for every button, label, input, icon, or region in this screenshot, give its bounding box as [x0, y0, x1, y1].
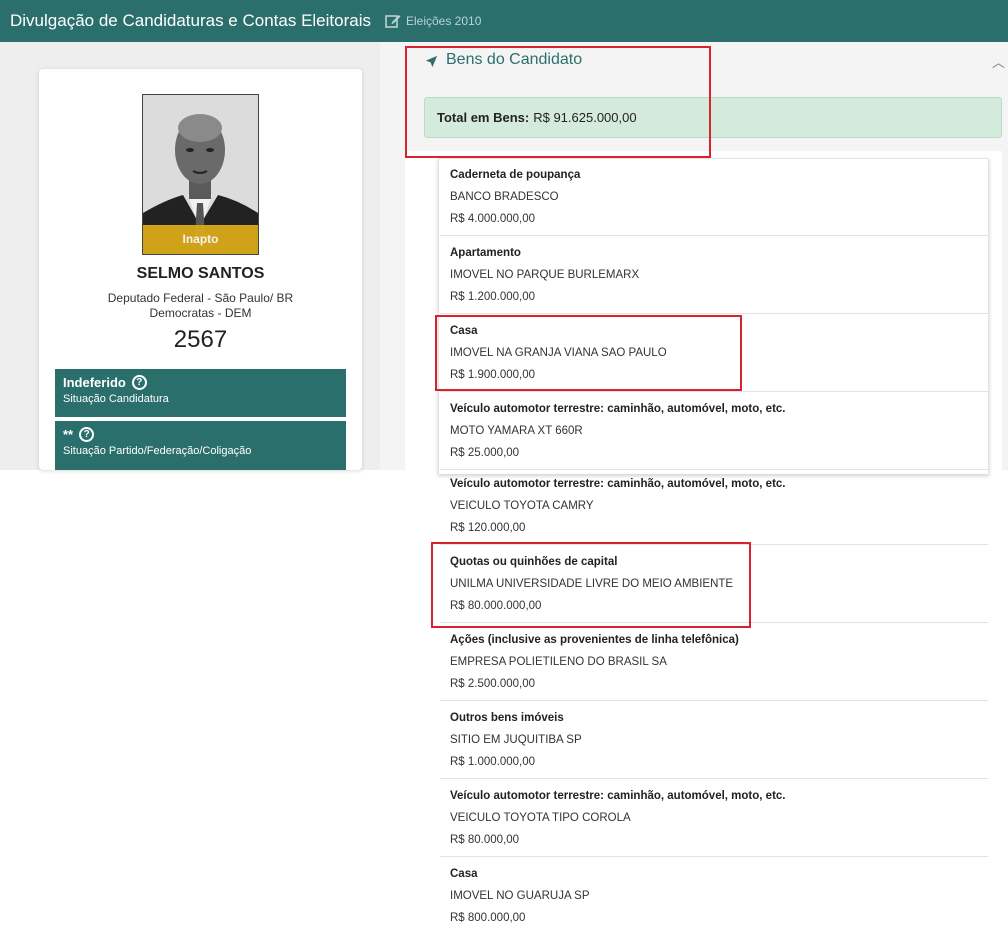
asset-type: Veículo automotor terrestre: caminhão, a… — [450, 478, 786, 490]
asset-value: R$ 80.000,00 — [450, 834, 520, 846]
list-item: Outros bens imóveis SITIO EM JUQUITIBA S… — [440, 701, 988, 779]
asset-type: Casa — [450, 868, 478, 880]
asset-value: R$ 120.000,00 — [450, 522, 526, 534]
asset-description: IMOVEL NO GUARUJA SP — [450, 890, 590, 902]
asset-description: BANCO BRADESCO — [450, 191, 559, 203]
asset-description: EMPRESA POLIETILENO DO BRASIL SA — [450, 656, 667, 668]
candidate-photo: Inapto — [142, 94, 259, 255]
asset-description: VEICULO TOYOTA CAMRY — [450, 500, 594, 512]
candidate-party: Democratas - DEM — [149, 306, 252, 320]
asset-value: R$ 2.500.000,00 — [450, 678, 536, 690]
candidate-role: Deputado Federal - São Paulo/ BR — [107, 291, 294, 305]
highlight-box-casa — [435, 315, 742, 391]
party-status-value: ** — [63, 427, 74, 442]
asset-value: R$ 25.000,00 — [450, 447, 520, 459]
election-label[interactable]: Eleições 2010 — [406, 14, 481, 28]
asset-type: Ações (inclusive as provenientes de linh… — [450, 634, 739, 646]
candidacy-status-label: Situação Candidatura — [63, 393, 169, 405]
asset-description: VEICULO TOYOTA TIPO COROLA — [450, 812, 631, 824]
asset-value: R$ 4.000.000,00 — [450, 213, 536, 225]
asset-type: Veículo automotor terrestre: caminhão, a… — [450, 790, 786, 802]
asset-description: IMOVEL NO PARQUE BURLEMARX — [450, 269, 640, 281]
party-status: ** ? Situação Partido/Federação/Coligaçã… — [55, 421, 346, 470]
candidate-name: SELMO SANTOS — [136, 265, 265, 282]
asset-type: Apartamento — [450, 247, 521, 259]
help-icon[interactable]: ? — [79, 427, 95, 442]
app-title: Divulgação de Candidaturas e Contas Elei… — [10, 11, 371, 30]
asset-value: R$ 800.000,00 — [450, 912, 526, 924]
help-icon[interactable]: ? — [131, 375, 147, 390]
asset-description: MOTO YAMARA XT 660R — [450, 425, 583, 437]
list-item: Caderneta de poupança BANCO BRADESCO R$ … — [440, 158, 988, 236]
asset-type: Veículo automotor terrestre: caminhão, a… — [450, 403, 786, 415]
list-item: Casa IMOVEL NO GUARUJA SP R$ 800.000,00 — [440, 857, 988, 935]
edit-icon[interactable] — [385, 13, 401, 29]
list-item: Veículo automotor terrestre: caminhão, a… — [440, 392, 988, 470]
highlight-box-total — [405, 46, 711, 158]
chevron-up-icon[interactable]: ︿ — [992, 52, 1005, 71]
asset-type: Caderneta de poupança — [450, 169, 581, 181]
highlight-box-quotas — [431, 542, 751, 628]
status-badge: Inapto — [143, 225, 258, 254]
list-item: Veículo automotor terrestre: caminhão, a… — [440, 779, 988, 857]
candidacy-status: Indeferido ? Situação Candidatura — [55, 369, 346, 417]
list-item: Veículo automotor terrestre: caminhão, a… — [440, 467, 988, 545]
candidate-card: Inapto SELMO SANTOS Deputado Federal - S… — [39, 69, 362, 470]
party-status-label: Situação Partido/Federação/Coligação — [63, 445, 252, 457]
top-bar: Divulgação de Candidaturas e Contas Elei… — [0, 0, 1008, 42]
candidate-number: 2567 — [173, 326, 228, 353]
asset-type: Outros bens imóveis — [450, 712, 564, 724]
list-item: Apartamento IMOVEL NO PARQUE BURLEMARX R… — [440, 236, 988, 314]
candidacy-status-value: Indeferido — [63, 375, 126, 390]
list-item: Ações (inclusive as provenientes de linh… — [440, 623, 988, 701]
asset-description: SITIO EM JUQUITIBA SP — [450, 734, 582, 746]
asset-value: R$ 1.000.000,00 — [450, 756, 536, 768]
asset-value: R$ 1.200.000,00 — [450, 291, 536, 303]
